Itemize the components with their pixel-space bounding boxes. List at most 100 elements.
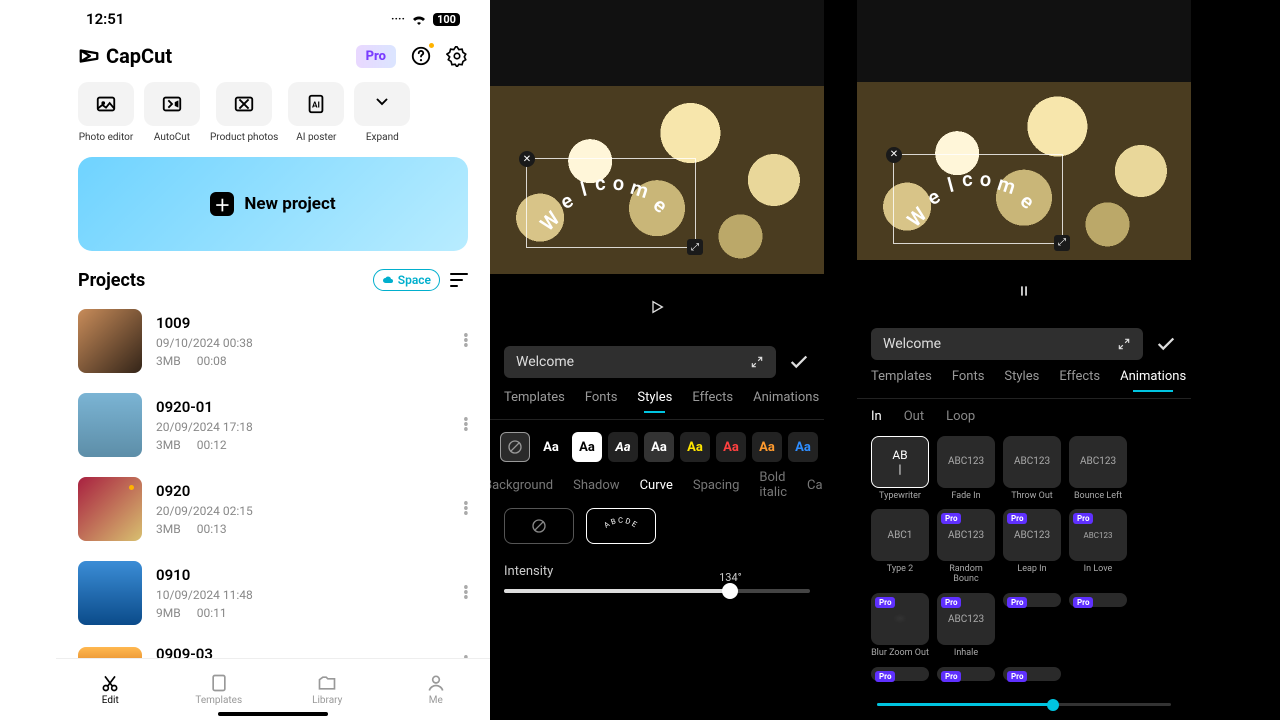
editor-top-gap [857, 0, 1191, 82]
help-icon[interactable] [410, 45, 432, 67]
video-preview[interactable]: ✕ ⤢ W e l c o m e [490, 86, 824, 274]
anim-cell[interactable]: ABC123Throw Out [1003, 436, 1061, 502]
svg-text:A B C D E: A B C D E [602, 516, 638, 530]
style-swatch[interactable]: Aa [644, 432, 674, 462]
more-icon[interactable]: ••• [463, 334, 468, 349]
pause-icon[interactable] [1017, 284, 1031, 298]
curve-arch[interactable]: A B C D E [586, 508, 656, 544]
bottom-tabs: Edit Templates Library Me [56, 658, 490, 720]
project-item[interactable]: 0920-01 20/09/2024 17:18 3MB00:12 ••• [78, 383, 468, 467]
confirm-icon[interactable] [788, 351, 810, 373]
text-input[interactable]: Welcome [871, 328, 1143, 360]
text-selection-frame[interactable]: ✕ ⤢ W e l c o m e [893, 154, 1063, 244]
etab-styles[interactable]: Styles [637, 390, 672, 413]
project-list: 1009 09/10/2024 00:38 3MB00:08 ••• 0920-… [56, 299, 490, 691]
anim-cell[interactable]: Pro [937, 667, 995, 681]
text-selection-frame[interactable]: ✕ ⤢ W e l c o m e [526, 158, 696, 248]
anim-duration-slider[interactable] [877, 703, 1171, 706]
subtab-curve[interactable]: Curve [640, 478, 673, 493]
anim-cell[interactable]: ProABC123Inhale [937, 593, 995, 659]
etab-styles[interactable]: Styles [1004, 369, 1039, 392]
anim-cell[interactable]: ProABC123In Love [1069, 509, 1127, 585]
tool-autocut[interactable]: AutoCut [144, 82, 200, 143]
sort-icon[interactable] [450, 273, 468, 287]
new-project-button[interactable]: ＋ New project [78, 157, 468, 251]
anim-cell[interactable]: ABC1Type 2 [871, 509, 929, 585]
subtab-bold-italic[interactable]: Bold italic [759, 470, 787, 500]
subtab-shadow[interactable]: Shadow [573, 478, 619, 493]
tool-expand[interactable]: Expand [354, 82, 410, 143]
style-none[interactable] [500, 432, 530, 462]
etab-animations[interactable]: Animations [753, 390, 819, 413]
expand-icon[interactable] [1117, 337, 1131, 351]
anim-cell[interactable]: Pro [871, 667, 929, 681]
tool-ai-poster[interactable]: AI AI poster [288, 82, 344, 143]
tab-library[interactable]: Library [273, 659, 382, 720]
more-icon[interactable]: ••• [463, 418, 468, 433]
anim-cell[interactable]: ProABC123Leap In [1003, 509, 1061, 585]
anim-loop[interactable]: Loop [946, 409, 975, 424]
tool-photo-editor[interactable]: Photo editor [78, 82, 134, 143]
tab-edit[interactable]: Edit [56, 659, 165, 720]
tab-me[interactable]: Me [382, 659, 491, 720]
anim-cell[interactable]: Pro···Blur Zoom Out [871, 593, 929, 659]
pro-badge[interactable]: Pro [356, 45, 396, 68]
style-swatch[interactable]: Aa [752, 432, 782, 462]
clock: 12:51 [86, 10, 124, 28]
curved-text: W e l c o m e [894, 155, 1062, 243]
style-swatch[interactable]: Aa [608, 432, 638, 462]
intensity-label: Intensity [504, 564, 553, 579]
anim-cell[interactable]: ABC123Bounce Left [1069, 436, 1127, 502]
slider-knob[interactable] [722, 583, 738, 599]
anim-out[interactable]: Out [904, 409, 924, 424]
tab-templates[interactable]: Templates [165, 659, 274, 720]
anim-direction-tabs: In Out Loop [857, 399, 1191, 428]
expand-icon[interactable] [750, 355, 764, 369]
battery-icon: 100 [433, 13, 460, 26]
anim-in[interactable]: In [871, 409, 882, 424]
play-icon[interactable] [649, 299, 665, 315]
project-thumbnail [78, 477, 142, 541]
style-swatch[interactable]: Aa [572, 432, 602, 462]
projects-header: Projects Space [56, 251, 490, 299]
style-swatch[interactable]: Aa [788, 432, 818, 462]
subtab-spacing[interactable]: Spacing [693, 478, 740, 493]
project-thumbnail [78, 309, 142, 373]
play-controls [857, 260, 1191, 323]
anim-cell[interactable]: Pro [1069, 593, 1127, 659]
video-preview[interactable]: ✕ ⤢ W e l c o m e [857, 82, 1191, 260]
slider-knob[interactable] [1047, 699, 1059, 711]
confirm-icon[interactable] [1155, 333, 1177, 355]
text-input[interactable]: Welcome [504, 346, 776, 378]
etab-templates[interactable]: Templates [504, 390, 565, 413]
curve-none[interactable] [504, 508, 574, 544]
more-icon[interactable]: ••• [463, 502, 468, 517]
anim-cell[interactable]: ABC123Fade In [937, 436, 995, 502]
etab-templates[interactable]: Templates [871, 369, 932, 392]
style-swatch[interactable]: Aa [680, 432, 710, 462]
style-swatch[interactable]: Aa [536, 432, 566, 462]
etab-fonts[interactable]: Fonts [585, 390, 618, 413]
dot-icon [129, 485, 134, 490]
etab-effects[interactable]: Effects [1059, 369, 1100, 392]
tool-product-photos[interactable]: Product photos [210, 82, 278, 143]
cloud-space-button[interactable]: Space [373, 269, 440, 291]
subtab-background[interactable]: Background [490, 478, 553, 493]
subtab-more[interactable]: Ca [807, 478, 823, 493]
svg-text:AI: AI [312, 101, 320, 111]
settings-icon[interactable] [446, 45, 468, 67]
project-item[interactable]: 0910 10/09/2024 11:48 9MB00:11 ••• [78, 551, 468, 635]
intensity-slider[interactable]: 134° [504, 589, 810, 593]
project-date: 10/09/2024 11:48 [156, 588, 449, 602]
project-item[interactable]: 0920 20/09/2024 02:15 3MB00:13 ••• [78, 467, 468, 551]
etab-effects[interactable]: Effects [692, 390, 733, 413]
anim-cell[interactable]: AB|Typewriter [871, 436, 929, 502]
anim-cell[interactable]: ProABC123Random Bounc [937, 509, 995, 585]
more-icon[interactable]: ••• [463, 586, 468, 601]
anim-cell[interactable]: Pro [1003, 593, 1061, 659]
style-swatch[interactable]: Aa [716, 432, 746, 462]
etab-fonts[interactable]: Fonts [952, 369, 985, 392]
project-item[interactable]: 1009 09/10/2024 00:38 3MB00:08 ••• [78, 299, 468, 383]
etab-animations[interactable]: Animations [1120, 369, 1186, 392]
anim-cell[interactable]: Pro [1003, 667, 1061, 681]
